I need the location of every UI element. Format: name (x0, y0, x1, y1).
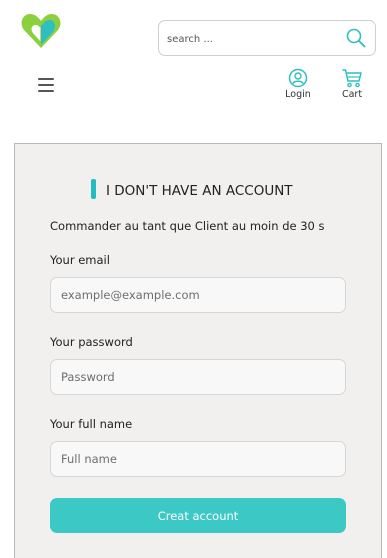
cart-label: Cart (341, 89, 363, 100)
accent-bar (91, 179, 96, 199)
cart-icon (342, 69, 362, 88)
password-label: Your password (50, 335, 133, 349)
email-field[interactable] (50, 277, 346, 313)
full-name-field[interactable] (50, 441, 346, 477)
form-subtitle: Commander au tant que Client au moin de … (50, 219, 325, 233)
email-label: Your email (50, 253, 110, 267)
login-link[interactable]: Login (280, 68, 316, 100)
search-icon[interactable] (345, 27, 367, 49)
heading-text: I DON'T HAVE AN ACCOUNT (106, 183, 293, 199)
logo[interactable] (20, 11, 62, 51)
signup-panel (14, 143, 382, 558)
user-circle-icon (288, 68, 308, 88)
login-label: Login (285, 89, 311, 100)
section-heading: I DON'T HAVE AN ACCOUNT (91, 179, 293, 199)
create-account-button[interactable]: Creat account (50, 498, 346, 533)
full-name-label: Your full name (50, 417, 133, 431)
password-field[interactable] (50, 359, 346, 395)
search-input[interactable] (167, 29, 337, 49)
heart-logo-icon (21, 14, 61, 48)
hamburger-menu-icon[interactable] (38, 78, 54, 92)
search-box (158, 20, 376, 56)
cart-link[interactable]: Cart (336, 68, 368, 100)
